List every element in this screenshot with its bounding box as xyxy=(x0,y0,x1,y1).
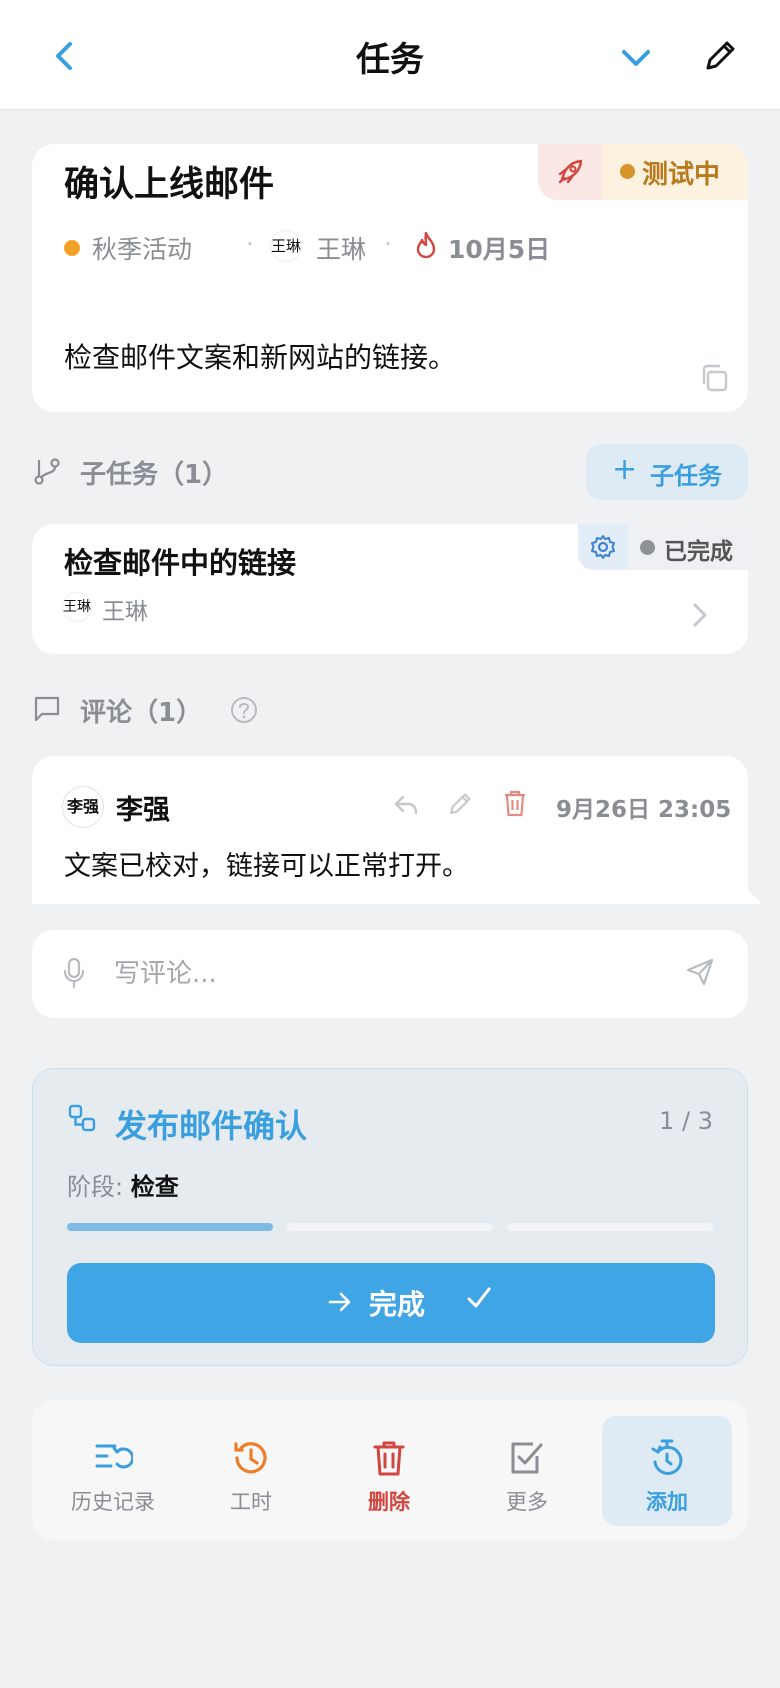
add-label: 添加 xyxy=(646,1490,688,1514)
status-badge[interactable]: 测试中 xyxy=(538,144,748,200)
clock-history-icon xyxy=(234,1442,267,1474)
history-button[interactable]: 历史记录 xyxy=(48,1416,178,1526)
status-dot xyxy=(640,540,655,555)
progress-segment-1 xyxy=(67,1223,273,1231)
avatar: 李强 xyxy=(62,786,104,828)
subtask-card[interactable]: 检查邮件中的链接 已完成 王琳 王琳 xyxy=(32,524,748,654)
chevron-down-icon[interactable] xyxy=(616,38,656,78)
workflow-step-counter: 1 / 3 xyxy=(659,1107,713,1135)
worktime-button[interactable]: 工时 xyxy=(186,1416,316,1526)
copy-icon[interactable] xyxy=(698,362,730,394)
workflow-icon xyxy=(68,1104,96,1132)
progress-segment-3 xyxy=(507,1223,713,1231)
chevron-right-icon xyxy=(693,603,707,627)
comment-input[interactable] xyxy=(114,948,634,1000)
history-label: 历史记录 xyxy=(71,1490,155,1514)
workflow-title: 发布邮件确认 xyxy=(115,1107,308,1145)
help-icon[interactable] xyxy=(230,696,258,724)
comment-item: 李强 李强 9月26日 23:05 文案已校对，链接可以正常打开。 xyxy=(32,756,762,904)
subtask-status-badge[interactable]: 已完成 xyxy=(578,524,748,570)
add-subtask-button[interactable]: + 子任务 xyxy=(586,444,748,500)
rocket-button[interactable] xyxy=(538,144,602,200)
more-button[interactable]: 更多 xyxy=(462,1416,592,1526)
branch-icon xyxy=(34,458,60,485)
meta-separator: · xyxy=(246,229,254,258)
action-toolbar: 历史记录 工时 删除 更多 添加 xyxy=(32,1400,748,1540)
complete-stage-button[interactable]: 完成 xyxy=(67,1263,715,1343)
workflow-card: 发布邮件确认 1 / 3 阶段: 检查 完成 xyxy=(32,1068,748,1366)
workflow-stage: 阶段: 检查 xyxy=(67,1167,179,1202)
delete-label: 删除 xyxy=(368,1490,410,1514)
assignee-label[interactable]: 王琳 xyxy=(316,230,366,266)
edit-pencil-icon[interactable] xyxy=(446,790,474,818)
flame-icon xyxy=(416,231,436,259)
task-meta: 秋季活动 · 王琳 王琳 · 10月5日 xyxy=(64,228,714,268)
comment-tail xyxy=(748,890,762,904)
top-bar: 任务 xyxy=(0,0,780,110)
trash-icon[interactable] xyxy=(502,788,528,818)
comment-timestamp: 9月26日 23:05 xyxy=(556,797,732,823)
comments-heading-label: 评论（1） xyxy=(80,698,203,728)
delete-button[interactable]: 删除 xyxy=(324,1416,454,1526)
plus-icon: + xyxy=(612,452,638,487)
task-card: 确认上线邮件 测试中 秋季活动 · 王琳 王琳 · 10月5日 检查邮件文案和新… xyxy=(32,144,748,412)
page-title: 任务 xyxy=(356,40,424,80)
subtasks-heading-label: 子任务（1） xyxy=(80,460,229,490)
reply-icon[interactable] xyxy=(392,792,420,818)
more-label: 更多 xyxy=(506,1490,548,1514)
microphone-icon[interactable] xyxy=(62,956,86,990)
arrow-right-icon xyxy=(328,1292,351,1312)
rocket-icon xyxy=(558,159,583,184)
task-description: 检查邮件文案和新网站的链接。 xyxy=(64,341,457,374)
status-dot xyxy=(620,164,635,179)
gear-icon xyxy=(591,535,615,559)
task-title: 确认上线邮件 xyxy=(64,165,275,205)
subtask-status-label: 已完成 xyxy=(664,539,733,565)
progress-segment-2 xyxy=(287,1223,493,1231)
edit-pencil-icon[interactable] xyxy=(700,36,740,76)
subtask-name: 检查邮件中的链接 xyxy=(64,546,297,580)
comment-text: 文案已校对，链接可以正常打开。 xyxy=(64,851,469,882)
settings-button[interactable] xyxy=(578,524,628,570)
complete-label: 完成 xyxy=(369,1288,426,1321)
add-subtask-label: 子任务 xyxy=(650,462,722,490)
subtask-assignee: 王琳 xyxy=(102,599,148,625)
timer-add-icon xyxy=(651,1439,683,1475)
checkmark-icon xyxy=(467,1287,491,1308)
comment-composer xyxy=(32,930,748,1018)
meta-separator: · xyxy=(384,229,392,258)
send-icon[interactable] xyxy=(684,956,716,988)
avatar: 王琳 xyxy=(270,230,302,262)
history-list-icon xyxy=(95,1444,133,1469)
campaign-dot xyxy=(64,240,80,256)
comment-author: 李强 xyxy=(116,795,170,826)
stage-label: 阶段: xyxy=(67,1173,124,1201)
stage-value: 检查 xyxy=(130,1173,179,1201)
worktime-label: 工时 xyxy=(230,1490,272,1514)
campaign-label[interactable]: 秋季活动 xyxy=(92,230,192,266)
trash-icon xyxy=(373,1441,405,1476)
status-label: 测试中 xyxy=(642,160,721,190)
comment-bubble-icon xyxy=(34,696,60,722)
due-date[interactable]: 10月5日 xyxy=(448,230,550,266)
checkbox-icon xyxy=(511,1442,543,1474)
avatar: 王琳 xyxy=(62,592,92,622)
add-timer-button[interactable]: 添加 xyxy=(602,1416,732,1526)
